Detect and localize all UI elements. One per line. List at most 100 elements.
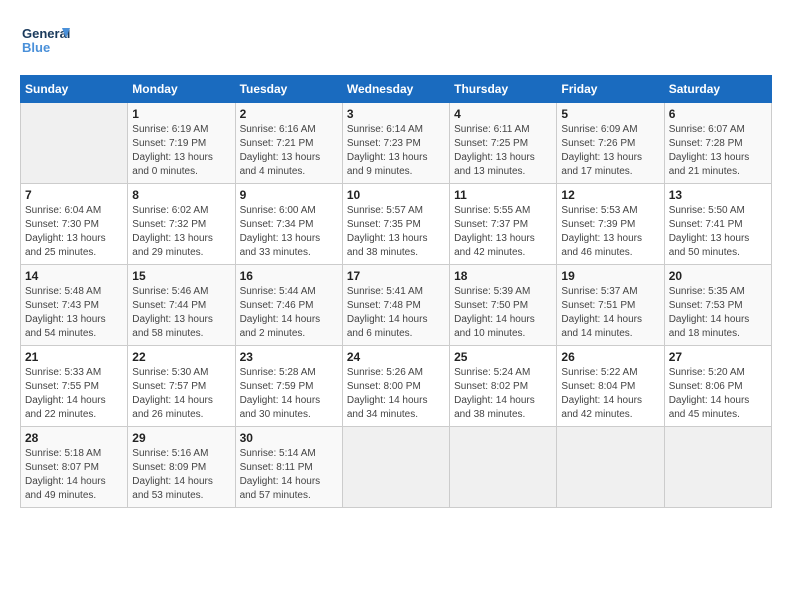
calendar-cell: 2 Sunrise: 6:16 AM Sunset: 7:21 PM Daylig…	[235, 103, 342, 184]
logo-svg: General Blue	[20, 20, 70, 65]
day-number: 3	[347, 107, 445, 121]
calendar-table: SundayMondayTuesdayWednesdayThursdayFrid…	[20, 75, 772, 508]
calendar-cell	[450, 427, 557, 508]
day-number: 26	[561, 350, 659, 364]
calendar-cell: 22 Sunrise: 5:30 AM Sunset: 7:57 PM Dayli…	[128, 346, 235, 427]
day-number: 10	[347, 188, 445, 202]
calendar-cell: 30 Sunrise: 5:14 AM Sunset: 8:11 PM Dayli…	[235, 427, 342, 508]
day-number: 6	[669, 107, 767, 121]
day-number: 21	[25, 350, 123, 364]
page-header: General Blue	[20, 20, 772, 65]
day-info: Sunrise: 5:57 AM Sunset: 7:35 PM Dayligh…	[347, 204, 445, 260]
day-number: 11	[454, 188, 552, 202]
calendar-cell: 23Sunrise: 5:28 AM Sunset: 7:59 PM Dayli…	[235, 346, 342, 427]
day-info: Sunrise: 5:30 AM Sunset: 7:57 PM Dayligh…	[132, 366, 230, 422]
day-info: Sunrise: 5:44 AM Sunset: 7:46 PM Dayligh…	[240, 285, 338, 341]
calendar-cell: 17 Sunrise: 5:41 AM Sunset: 7:48 PM Dayli…	[342, 265, 449, 346]
day-info: Sunrise: 6:19 AM Sunset: 7:19 PM Dayligh…	[132, 123, 230, 179]
calendar-week-row: 1 Sunrise: 6:19 AM Sunset: 7:19 PM Daylig…	[21, 103, 772, 184]
calendar-cell: 26 Sunrise: 5:22 AM Sunset: 8:04 PM Dayli…	[557, 346, 664, 427]
day-info: Sunrise: 6:16 AM Sunset: 7:21 PM Dayligh…	[240, 123, 338, 179]
day-info: Sunrise: 5:14 AM Sunset: 8:11 PM Dayligh…	[240, 447, 338, 503]
day-info: Sunrise: 5:46 AM Sunset: 7:44 PM Dayligh…	[132, 285, 230, 341]
day-info: Sunrise: 5:18 AM Sunset: 8:07 PM Dayligh…	[25, 447, 123, 503]
calendar-cell: 8 Sunrise: 6:02 AM Sunset: 7:32 PM Daylig…	[128, 184, 235, 265]
day-info: Sunrise: 5:55 AM Sunset: 7:37 PM Dayligh…	[454, 204, 552, 260]
calendar-cell: 5 Sunrise: 6:09 AM Sunset: 7:26 PM Daylig…	[557, 103, 664, 184]
calendar-week-row: 28Sunrise: 5:18 AM Sunset: 8:07 PM Dayli…	[21, 427, 772, 508]
calendar-cell: 24 Sunrise: 5:26 AM Sunset: 8:00 PM Dayli…	[342, 346, 449, 427]
calendar-week-row: 14Sunrise: 5:48 AM Sunset: 7:43 PM Dayli…	[21, 265, 772, 346]
calendar-cell: 7 Sunrise: 6:04 AM Sunset: 7:30 PM Daylig…	[21, 184, 128, 265]
day-info: Sunrise: 5:16 AM Sunset: 8:09 PM Dayligh…	[132, 447, 230, 503]
day-info: Sunrise: 6:11 AM Sunset: 7:25 PM Dayligh…	[454, 123, 552, 179]
calendar-cell: 19 Sunrise: 5:37 AM Sunset: 7:51 PM Dayli…	[557, 265, 664, 346]
calendar-cell: 28Sunrise: 5:18 AM Sunset: 8:07 PM Dayli…	[21, 427, 128, 508]
day-info: Sunrise: 6:04 AM Sunset: 7:30 PM Dayligh…	[25, 204, 123, 260]
day-number: 25	[454, 350, 552, 364]
day-header-sunday: Sunday	[21, 76, 128, 103]
calendar-cell: 10 Sunrise: 5:57 AM Sunset: 7:35 PM Dayli…	[342, 184, 449, 265]
day-number: 14	[25, 269, 123, 283]
day-number: 15	[132, 269, 230, 283]
day-number: 17	[347, 269, 445, 283]
day-number: 1	[132, 107, 230, 121]
day-info: Sunrise: 6:07 AM Sunset: 7:28 PM Dayligh…	[669, 123, 767, 179]
day-number: 22	[132, 350, 230, 364]
calendar-cell: 20 Sunrise: 5:35 AM Sunset: 7:53 PM Dayli…	[664, 265, 771, 346]
day-number: 30	[240, 431, 338, 445]
day-header-monday: Monday	[128, 76, 235, 103]
day-info: Sunrise: 5:53 AM Sunset: 7:39 PM Dayligh…	[561, 204, 659, 260]
calendar-cell	[342, 427, 449, 508]
day-header-wednesday: Wednesday	[342, 76, 449, 103]
calendar-cell: 3 Sunrise: 6:14 AM Sunset: 7:23 PM Daylig…	[342, 103, 449, 184]
calendar-cell	[557, 427, 664, 508]
calendar-cell: 11 Sunrise: 5:55 AM Sunset: 7:37 PM Dayli…	[450, 184, 557, 265]
calendar-cell: 25Sunrise: 5:24 AM Sunset: 8:02 PM Dayli…	[450, 346, 557, 427]
day-number: 8	[132, 188, 230, 202]
calendar-cell: 4 Sunrise: 6:11 AM Sunset: 7:25 PM Daylig…	[450, 103, 557, 184]
day-number: 24	[347, 350, 445, 364]
day-info: Sunrise: 5:35 AM Sunset: 7:53 PM Dayligh…	[669, 285, 767, 341]
calendar-cell: 14Sunrise: 5:48 AM Sunset: 7:43 PM Dayli…	[21, 265, 128, 346]
calendar-cell: 21 Sunrise: 5:33 AM Sunset: 7:55 PM Dayli…	[21, 346, 128, 427]
calendar-cell: 18Sunrise: 5:39 AM Sunset: 7:50 PM Dayli…	[450, 265, 557, 346]
day-number: 18	[454, 269, 552, 283]
day-info: Sunrise: 5:37 AM Sunset: 7:51 PM Dayligh…	[561, 285, 659, 341]
day-number: 5	[561, 107, 659, 121]
day-number: 20	[669, 269, 767, 283]
day-info: Sunrise: 5:22 AM Sunset: 8:04 PM Dayligh…	[561, 366, 659, 422]
day-info: Sunrise: 5:26 AM Sunset: 8:00 PM Dayligh…	[347, 366, 445, 422]
calendar-cell	[21, 103, 128, 184]
calendar-cell: 27 Sunrise: 5:20 AM Sunset: 8:06 PM Dayli…	[664, 346, 771, 427]
day-header-saturday: Saturday	[664, 76, 771, 103]
day-number: 4	[454, 107, 552, 121]
day-header-thursday: Thursday	[450, 76, 557, 103]
day-info: Sunrise: 6:14 AM Sunset: 7:23 PM Dayligh…	[347, 123, 445, 179]
day-info: Sunrise: 5:33 AM Sunset: 7:55 PM Dayligh…	[25, 366, 123, 422]
calendar-cell	[664, 427, 771, 508]
day-header-tuesday: Tuesday	[235, 76, 342, 103]
day-number: 7	[25, 188, 123, 202]
day-info: Sunrise: 6:09 AM Sunset: 7:26 PM Dayligh…	[561, 123, 659, 179]
calendar-cell: 6 Sunrise: 6:07 AM Sunset: 7:28 PM Daylig…	[664, 103, 771, 184]
svg-text:Blue: Blue	[22, 40, 50, 55]
day-info: Sunrise: 6:00 AM Sunset: 7:34 PM Dayligh…	[240, 204, 338, 260]
calendar-cell: 9Sunrise: 6:00 AM Sunset: 7:34 PM Daylig…	[235, 184, 342, 265]
day-number: 16	[240, 269, 338, 283]
day-info: Sunrise: 5:20 AM Sunset: 8:06 PM Dayligh…	[669, 366, 767, 422]
day-header-friday: Friday	[557, 76, 664, 103]
calendar-cell: 12Sunrise: 5:53 AM Sunset: 7:39 PM Dayli…	[557, 184, 664, 265]
calendar-header-row: SundayMondayTuesdayWednesdayThursdayFrid…	[21, 76, 772, 103]
calendar-cell: 15 Sunrise: 5:46 AM Sunset: 7:44 PM Dayli…	[128, 265, 235, 346]
day-number: 27	[669, 350, 767, 364]
day-number: 2	[240, 107, 338, 121]
calendar-cell: 13Sunrise: 5:50 AM Sunset: 7:41 PM Dayli…	[664, 184, 771, 265]
calendar-cell: 16 Sunrise: 5:44 AM Sunset: 7:46 PM Dayli…	[235, 265, 342, 346]
day-info: Sunrise: 6:02 AM Sunset: 7:32 PM Dayligh…	[132, 204, 230, 260]
day-number: 19	[561, 269, 659, 283]
calendar-cell: 29 Sunrise: 5:16 AM Sunset: 8:09 PM Dayli…	[128, 427, 235, 508]
day-info: Sunrise: 5:50 AM Sunset: 7:41 PM Dayligh…	[669, 204, 767, 260]
day-number: 29	[132, 431, 230, 445]
day-info: Sunrise: 5:41 AM Sunset: 7:48 PM Dayligh…	[347, 285, 445, 341]
